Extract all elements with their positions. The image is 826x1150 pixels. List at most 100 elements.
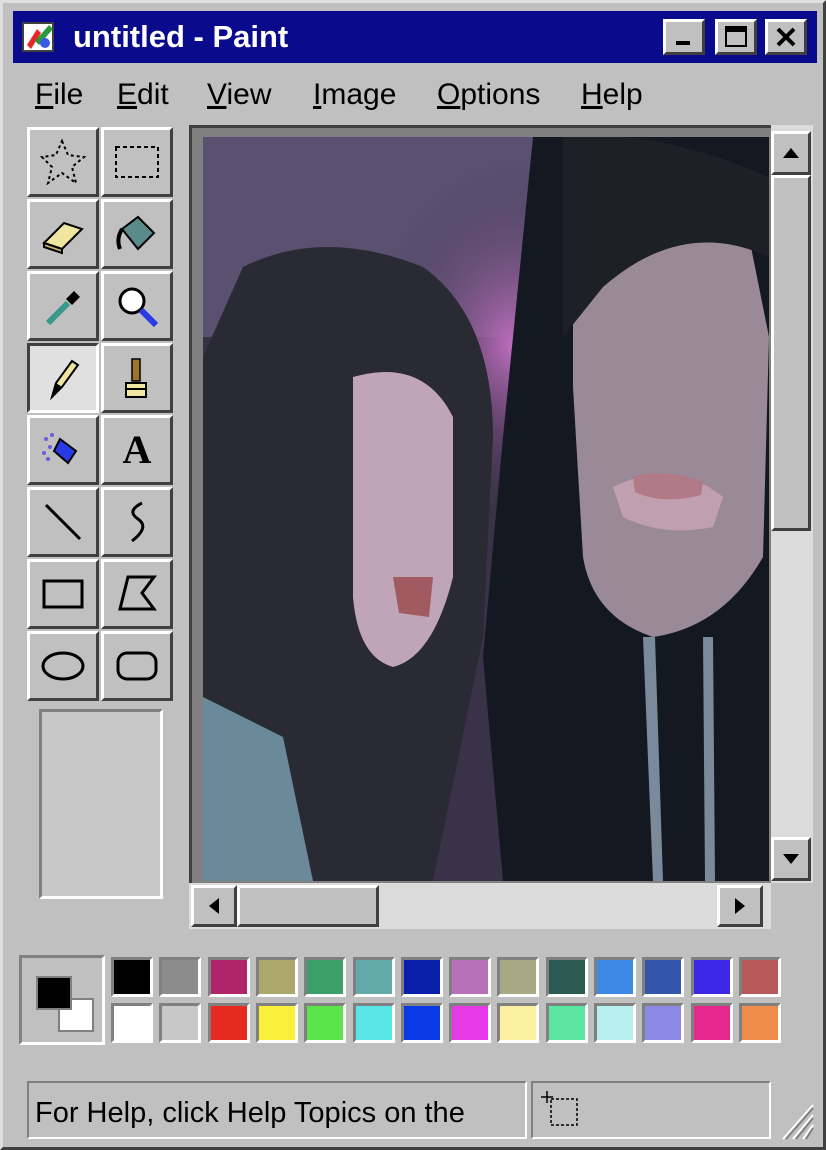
arrow-left-icon [209, 898, 219, 914]
palette-swatch[interactable] [738, 1003, 781, 1043]
palette-swatch[interactable] [255, 957, 298, 997]
status-text-panel: For Help, click Help Topics on the [27, 1081, 527, 1139]
canvas-image[interactable] [203, 137, 769, 881]
menu-options[interactable]: Options [437, 75, 540, 115]
text-icon: A [122, 427, 152, 472]
scrollbar-corner [771, 883, 813, 929]
status-bar: For Help, click Help Topics on the [15, 1075, 817, 1145]
horizontal-scroll-thumb[interactable] [237, 885, 379, 927]
rectangle-select-icon [115, 146, 159, 178]
close-button[interactable] [765, 19, 807, 55]
rectangle-icon [42, 579, 84, 609]
maximize-button[interactable] [715, 19, 757, 55]
horizontal-scrollbar[interactable] [189, 883, 771, 929]
tool-rectangle[interactable] [27, 559, 99, 629]
selection-size-icon [541, 1091, 578, 1126]
palette-swatch[interactable] [111, 957, 153, 997]
palette-swatch[interactable] [497, 1003, 540, 1043]
menu-view[interactable]: View [207, 75, 271, 115]
palette-swatch[interactable] [159, 1003, 202, 1043]
vertical-scroll-thumb[interactable] [771, 175, 811, 531]
tool-line[interactable] [27, 487, 99, 557]
tool-eraser[interactable] [27, 199, 99, 269]
maximize-icon [725, 26, 747, 47]
line-icon [44, 503, 82, 541]
scroll-left-button[interactable] [191, 885, 237, 927]
menu-help[interactable]: Help [581, 75, 643, 115]
foreground-color-swatch[interactable] [36, 976, 72, 1010]
free-form-select-icon [39, 138, 87, 186]
magnifier-icon [118, 287, 159, 328]
tool-pencil[interactable] [27, 343, 99, 413]
rounded-rectangle-icon [116, 651, 158, 681]
palette-swatch[interactable] [545, 957, 588, 997]
palette-swatch[interactable] [255, 1003, 298, 1043]
current-colors[interactable] [19, 955, 105, 1045]
arrow-up-icon [783, 148, 799, 158]
status-coordinates-panel [531, 1081, 771, 1139]
paint-window: untitled - Paint File Edit View Image Op… [0, 0, 826, 1150]
palette-swatch[interactable] [207, 1003, 250, 1043]
toolbox: A [25, 125, 179, 701]
palette-swatch[interactable] [690, 1003, 733, 1043]
palette-swatch[interactable] [594, 1003, 636, 1043]
curve-icon [131, 501, 145, 543]
scroll-right-button[interactable] [717, 885, 763, 927]
tool-rounded-rectangle[interactable] [101, 631, 173, 701]
paint-bucket-icon [116, 215, 156, 251]
tool-select[interactable] [101, 127, 173, 197]
menu-image[interactable]: Image [313, 75, 396, 115]
close-icon [776, 27, 796, 47]
color-palette [15, 951, 815, 1053]
tool-curve[interactable] [101, 487, 173, 557]
tool-free-form-select[interactable] [27, 127, 99, 197]
ellipse-icon [41, 651, 85, 681]
arrow-down-icon [783, 854, 799, 864]
palette-swatch[interactable] [352, 957, 395, 997]
brush-icon [125, 358, 147, 398]
palette-swatch[interactable] [400, 1003, 443, 1043]
tool-options-panel[interactable] [39, 709, 163, 899]
palette-swatch[interactable] [690, 957, 733, 997]
tool-fill-with-color[interactable] [101, 199, 173, 269]
window-title: untitled - Paint [73, 19, 289, 54]
resize-grip-icon[interactable] [775, 1097, 815, 1141]
airbrush-icon [42, 433, 78, 465]
polygon-icon [118, 575, 157, 611]
title-bar[interactable]: untitled - Paint [13, 11, 817, 63]
palette-swatch[interactable] [497, 957, 540, 997]
palette-swatch[interactable] [738, 957, 781, 997]
pencil-icon [49, 359, 80, 401]
menu-edit[interactable]: Edit [117, 75, 169, 115]
palette-swatch[interactable] [159, 957, 202, 997]
scroll-up-button[interactable] [771, 131, 811, 175]
palette-swatch[interactable] [207, 957, 250, 997]
palette-swatch[interactable] [545, 1003, 588, 1043]
tool-brush[interactable] [101, 343, 173, 413]
scroll-down-button[interactable] [771, 837, 811, 881]
tool-polygon[interactable] [101, 559, 173, 629]
arrow-right-icon [735, 898, 745, 914]
palette-swatch[interactable] [449, 1003, 492, 1043]
menu-file[interactable]: File [35, 75, 83, 115]
palette-swatch[interactable] [304, 1003, 347, 1043]
palette-swatch[interactable] [111, 1003, 153, 1043]
tool-pick-color[interactable] [27, 271, 99, 341]
palette-swatch[interactable] [352, 1003, 395, 1043]
minimize-icon [676, 41, 690, 45]
palette-swatch[interactable] [642, 957, 685, 997]
palette-swatch[interactable] [400, 957, 443, 997]
eyedropper-icon [45, 291, 80, 326]
vertical-scrollbar[interactable] [771, 125, 813, 883]
tool-ellipse[interactable] [27, 631, 99, 701]
tool-text[interactable]: A [101, 415, 173, 485]
minimize-button[interactable] [663, 19, 705, 55]
palette-swatch[interactable] [449, 957, 492, 997]
palette-swatch[interactable] [642, 1003, 685, 1043]
tool-airbrush[interactable] [27, 415, 99, 485]
menu-bar: File Edit View Image Options Help [13, 69, 817, 119]
palette-swatch[interactable] [304, 957, 347, 997]
tool-magnifier[interactable] [101, 271, 173, 341]
palette-swatch[interactable] [594, 957, 636, 997]
status-help-text: For Help, click Help Topics on the [35, 1097, 465, 1129]
